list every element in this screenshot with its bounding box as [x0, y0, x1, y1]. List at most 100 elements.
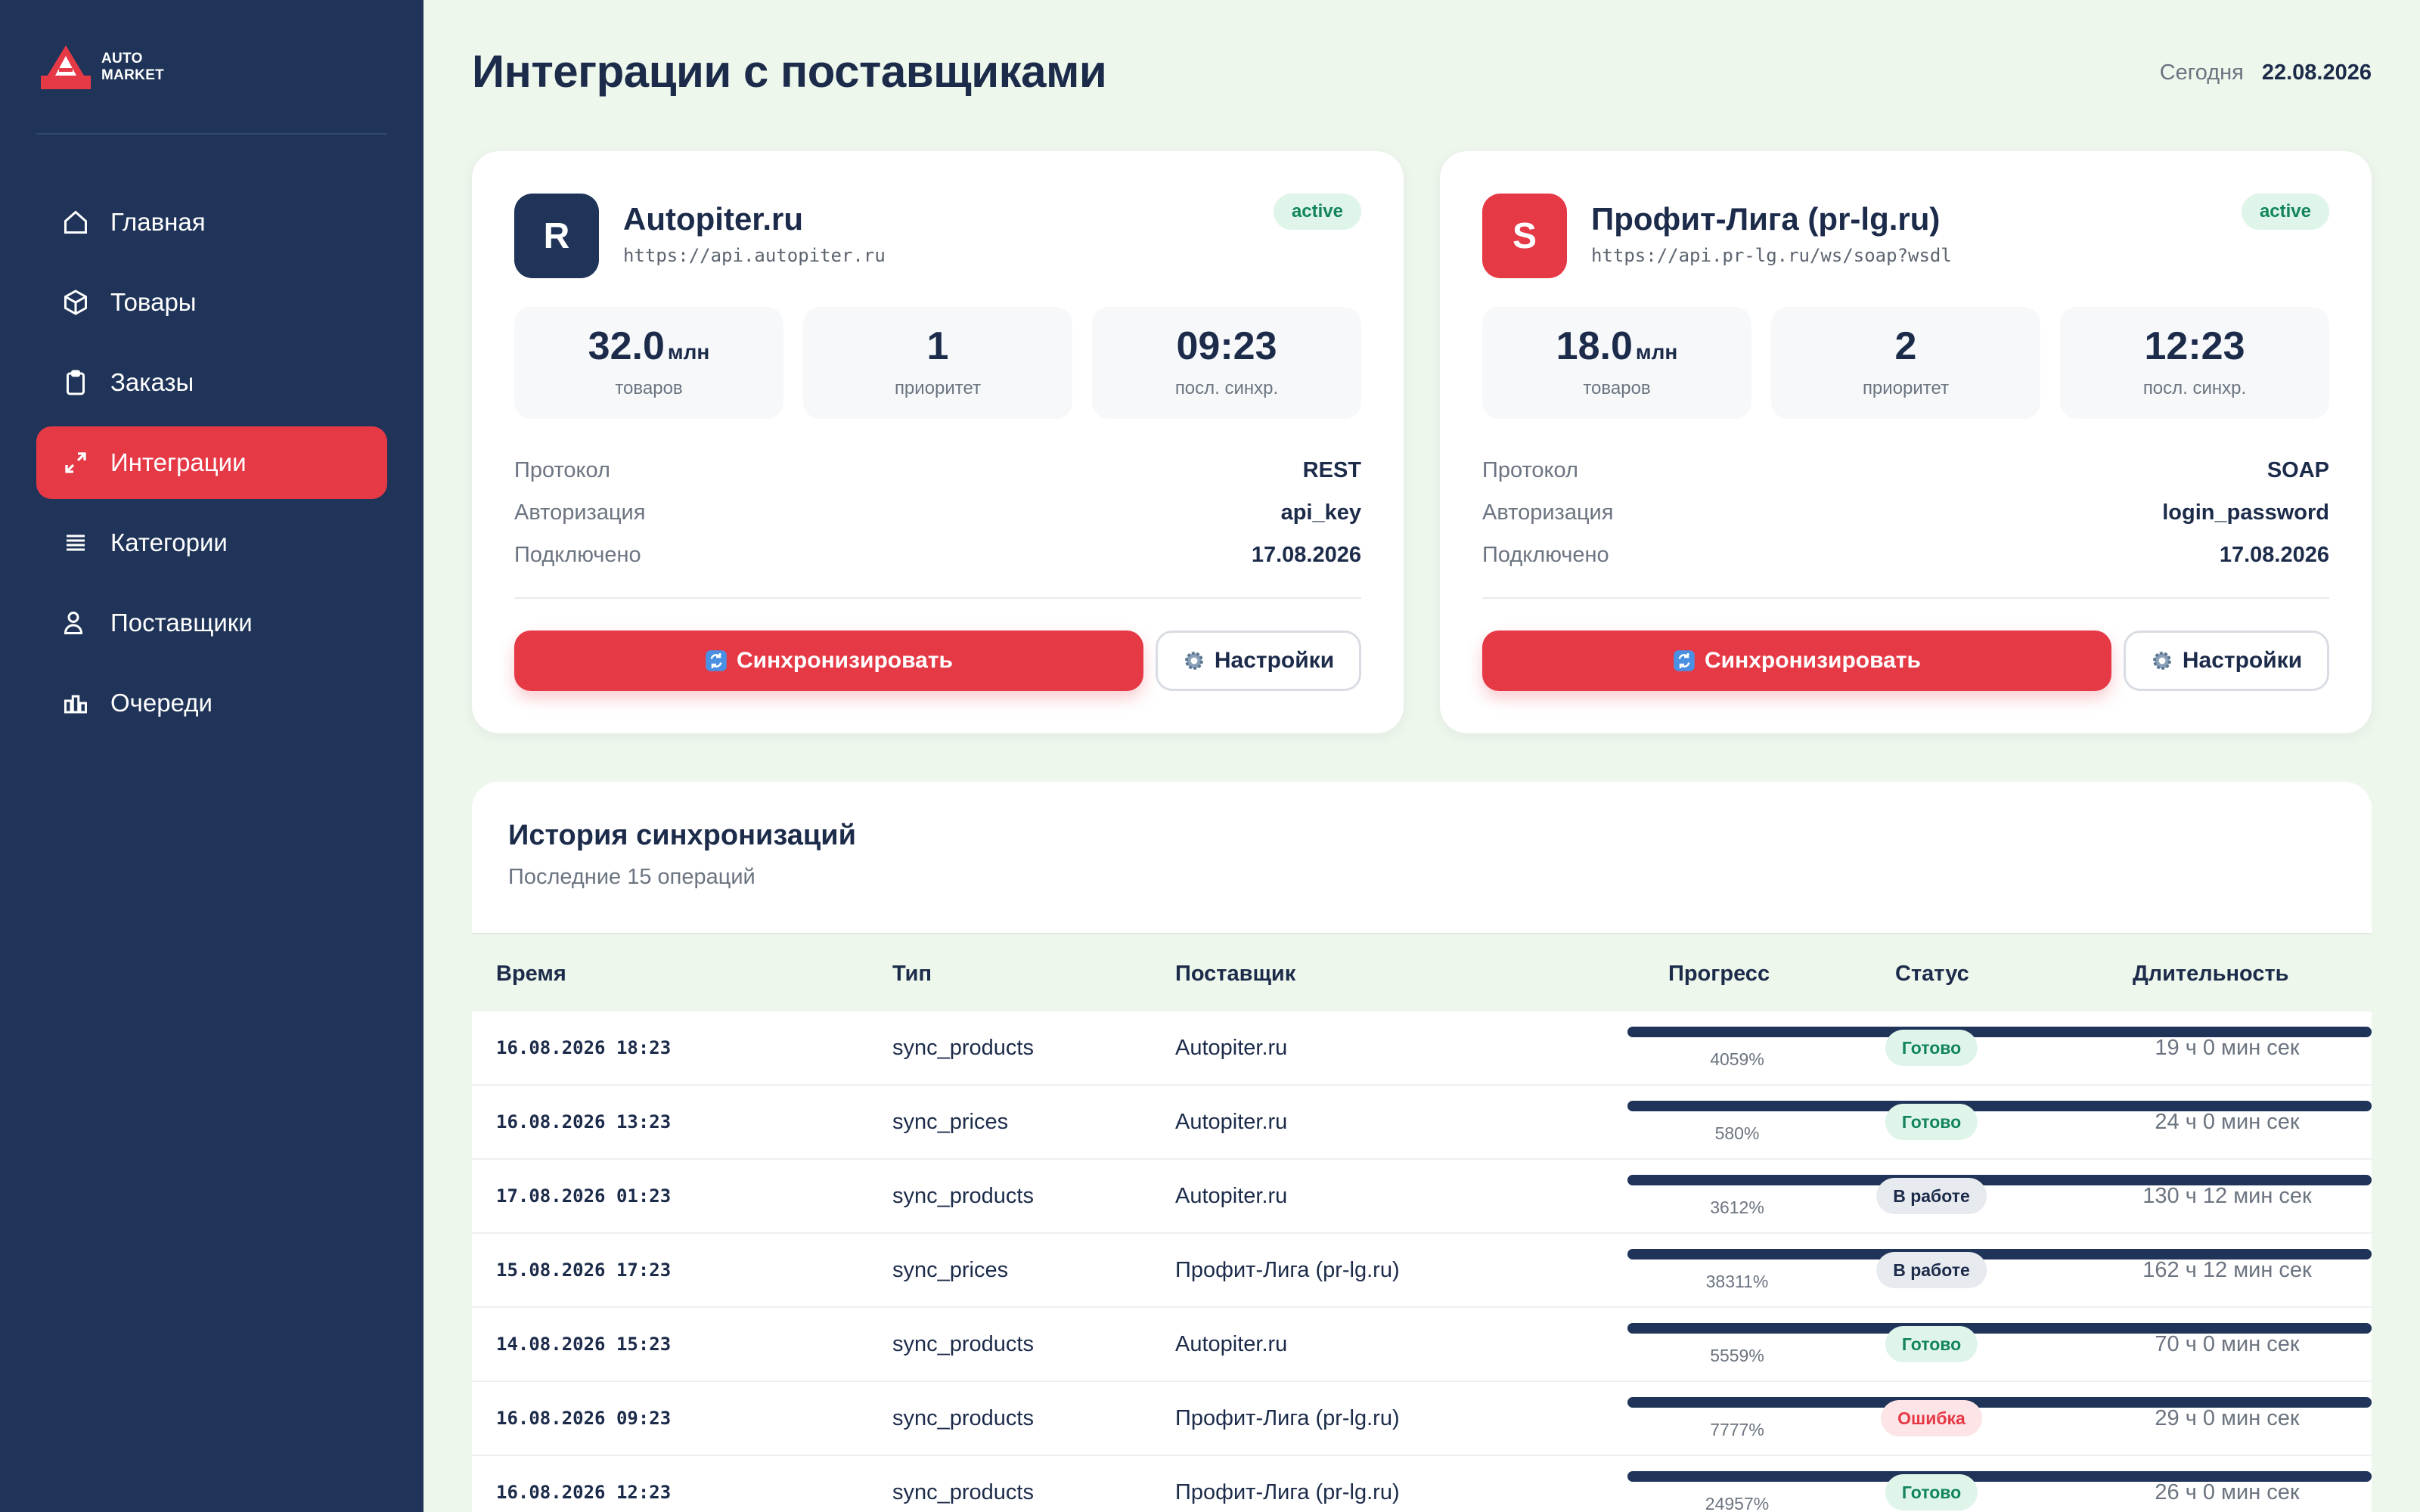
cell-supplier: Autopiter.ru	[1175, 1331, 1288, 1356]
supplier-properties: Протокол SOAP Авторизация login_password…	[1482, 449, 2329, 576]
box-icon	[60, 287, 91, 318]
column-header-supplier[interactable]: Поставщик	[1175, 934, 1295, 1013]
column-header-progress[interactable]: Прогресс	[1668, 934, 1770, 1013]
page-title: Интеграции с поставщиками	[472, 46, 1107, 97]
sidebar-item-label: Поставщики	[110, 609, 253, 637]
table-row[interactable]: 16.08.2026 18:23 sync_products Autopiter.r…	[472, 1012, 2372, 1086]
cell-duration: 162 ч 12 мин сек	[2142, 1257, 2312, 1282]
brand-line-2: MARKET	[101, 67, 165, 83]
users-icon	[60, 608, 91, 638]
cell-time: 17.08.2026 01:23	[496, 1185, 672, 1207]
home-icon	[60, 207, 91, 237]
prop-key: Авторизация	[1482, 500, 1614, 525]
clipboard-icon	[60, 367, 91, 398]
cell-type: sync_products	[892, 1035, 1034, 1060]
table-row[interactable]: 16.08.2026 09:23 sync_products Профит-Лига…	[472, 1382, 2372, 1456]
app-root: AUTO MARKET Главная Товары Заказы Интегр…	[0, 0, 2420, 1512]
progress-percent: 580%	[1714, 1123, 1760, 1143]
sidebar-item-orders[interactable]: Заказы	[36, 346, 387, 419]
sidebar-item-label: Категории	[110, 528, 228, 556]
prop-connected: Подключено 17.08.2026	[1482, 534, 2329, 576]
status-badge: Готово	[1885, 1030, 1978, 1066]
cell-type: sync_products	[892, 1405, 1034, 1430]
cell-duration: 130 ч 12 мин сек	[2142, 1183, 2312, 1208]
progress-percent: 38311%	[1705, 1272, 1769, 1291]
progress-percent: 5559%	[1710, 1346, 1764, 1365]
sync-button[interactable]: Синхронизировать	[514, 631, 1143, 691]
cell-time: 15.08.2026 17:23	[496, 1259, 672, 1281]
cell-duration: 70 ч 0 мин сек	[2155, 1331, 2300, 1356]
supplier-stats: 18.0 млн товаров 2 приоритет 12:23 посл. …	[1482, 307, 2329, 419]
today-label: Сегодня	[2159, 60, 2244, 85]
stat-priority: 2 приоритет	[1771, 307, 2040, 419]
settings-button-label: Настройки	[2182, 648, 2303, 673]
supplier-url: https://api.pr-lg.ru/ws/soap?wsdl	[1591, 245, 1952, 266]
progress-percent: 24957%	[1705, 1494, 1770, 1512]
card-divider	[1482, 597, 2329, 599]
table-row[interactable]: 16.08.2026 13:23 sync_prices Autopiter.ru 5…	[472, 1086, 2372, 1160]
column-header-status[interactable]: Статус	[1895, 934, 1969, 1013]
supplier-url: https://api.autopiter.ru	[623, 245, 886, 266]
supplier-card-autopiter: R Autopiter.ru https://api.autopiter.ru …	[472, 151, 1404, 733]
stat-label: приоритет	[894, 378, 982, 398]
sync-button-label: Синхронизировать	[737, 648, 953, 673]
supplier-stats: 32.0 млн товаров 1 приоритет 09:23 посл. …	[514, 307, 1361, 419]
sidebar-item-label: Заказы	[110, 368, 194, 396]
sidebar-item-suppliers[interactable]: Поставщики	[36, 587, 387, 659]
list-icon	[60, 528, 91, 558]
status-badge: Готово	[1885, 1326, 1978, 1362]
stat-value: 18.0	[1556, 324, 1633, 368]
stat-last-sync: 09:23 посл. синхр.	[1092, 307, 1361, 419]
cell-type: sync_prices	[892, 1109, 1009, 1134]
stat-last-sync: 12:23 посл. синхр.	[2060, 307, 2329, 419]
column-header-time[interactable]: Время	[496, 934, 566, 1013]
sidebar-divider	[36, 133, 387, 135]
sidebar-item-integrations[interactable]: Интеграции	[36, 426, 387, 499]
column-header-duration[interactable]: Длительность	[2133, 934, 2289, 1013]
card-divider	[514, 597, 1361, 599]
prop-key: Протокол	[514, 457, 610, 482]
stat-label: приоритет	[1862, 378, 1950, 398]
prop-key: Подключено	[514, 542, 641, 567]
sync-button[interactable]: Синхронизировать	[1482, 631, 2111, 691]
sidebar-item-categories[interactable]: Категории	[36, 507, 387, 579]
stat-products: 18.0 млн товаров	[1482, 307, 1751, 419]
cell-supplier: Профит-Лига (pr-lg.ru)	[1175, 1257, 1400, 1282]
supplier-name: Autopiter.ru	[623, 201, 803, 237]
table-row[interactable]: 14.08.2026 15:23 sync_products Autopiter.r…	[472, 1308, 2372, 1382]
cell-time: 16.08.2026 09:23	[496, 1408, 672, 1429]
cell-time: 16.08.2026 18:23	[496, 1037, 672, 1058]
stat-label: посл. синхр.	[2142, 378, 2247, 398]
stat-label: товаров	[615, 378, 683, 398]
brand-logo[interactable]: AUTO MARKET	[41, 42, 164, 92]
cell-time: 14.08.2026 15:23	[496, 1334, 672, 1355]
table-row[interactable]: 15.08.2026 17:23 sync_prices Профит-Лига (…	[472, 1234, 2372, 1308]
progress-percent: 7777%	[1710, 1420, 1764, 1439]
cell-duration: 26 ч 0 мин сек	[2155, 1479, 2300, 1504]
sidebar-item-home[interactable]: Главная	[36, 186, 387, 259]
status-badge: active	[2241, 194, 2329, 230]
stat-value: 12:23	[2144, 324, 2245, 368]
brand-name: AUTO MARKET	[101, 51, 164, 84]
supplier-properties: Протокол REST Авторизация api_key Подклю…	[514, 449, 1361, 576]
sidebar-item-products[interactable]: Товары	[36, 266, 387, 339]
logo-icon	[41, 42, 91, 92]
cell-supplier: Autopiter.ru	[1175, 1109, 1288, 1134]
sidebar-item-label: Главная	[110, 208, 206, 236]
settings-button[interactable]: Настройки	[1156, 631, 1361, 691]
gear-icon	[1183, 649, 1205, 672]
settings-button[interactable]: Настройки	[2124, 631, 2329, 691]
stat-priority: 1 приоритет	[803, 307, 1072, 419]
cell-time: 16.08.2026 12:23	[496, 1482, 672, 1503]
cell-supplier: Профит-Лига (pr-lg.ru)	[1175, 1479, 1400, 1504]
prop-auth: Авторизация login_password	[1482, 491, 2329, 534]
cell-type: sync_products	[892, 1479, 1034, 1504]
prop-auth: Авторизация api_key	[514, 491, 1361, 534]
progress-percent: 4059%	[1710, 1049, 1764, 1069]
column-header-type[interactable]: Тип	[892, 934, 932, 1013]
table-row[interactable]: 16.08.2026 12:23 sync_products Профит-Лига…	[472, 1456, 2372, 1512]
table-row[interactable]: 17.08.2026 01:23 sync_products Autopiter.r…	[472, 1160, 2372, 1234]
cell-supplier: Профит-Лига (pr-lg.ru)	[1175, 1405, 1400, 1430]
prop-key: Подключено	[1482, 542, 1609, 567]
sidebar-item-queues[interactable]: Очереди	[36, 667, 387, 739]
